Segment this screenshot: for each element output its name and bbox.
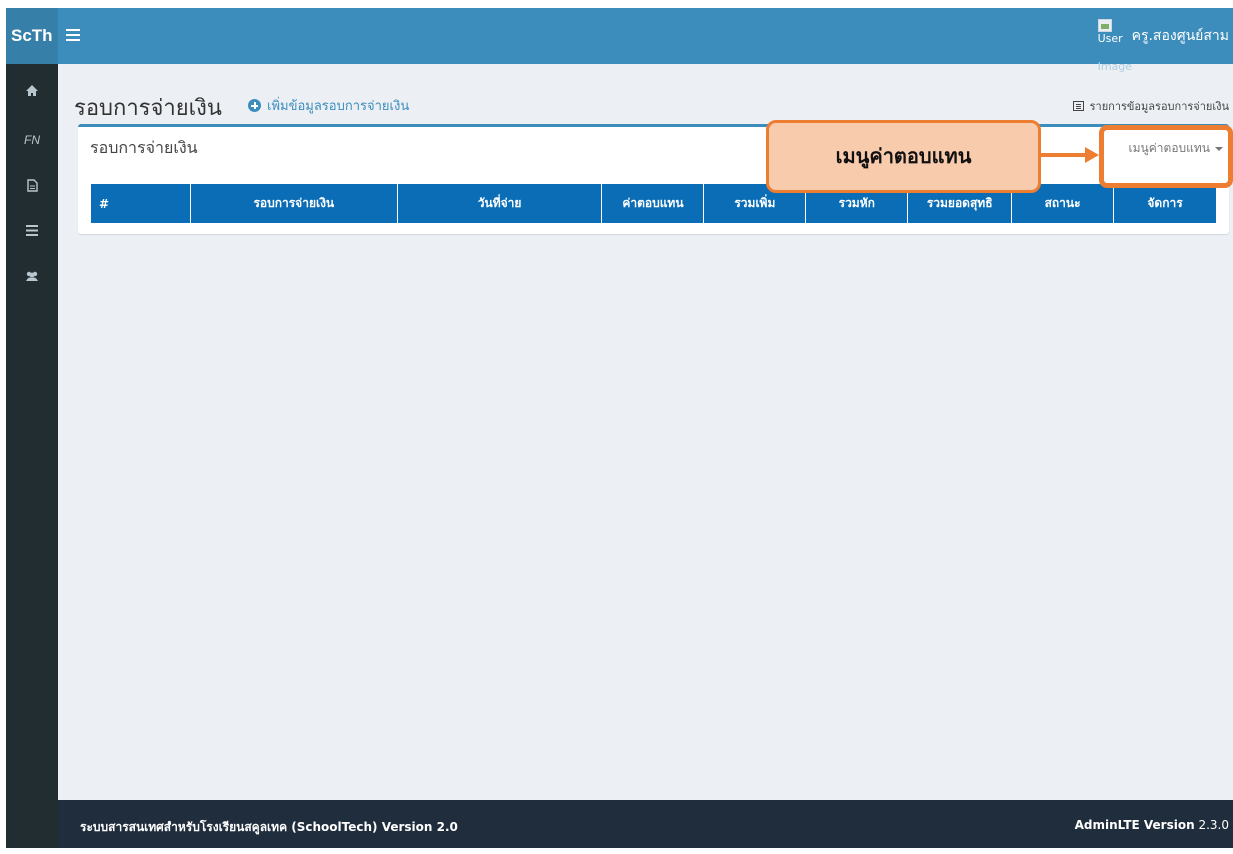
column-header[interactable]: จัดการ	[1113, 183, 1217, 224]
user-menu[interactable]: User Image ครู.สองศูนย์สาม	[1097, 8, 1229, 73]
file-icon[interactable]	[20, 179, 44, 199]
sidebar-toggle-icon[interactable]	[66, 26, 80, 46]
content-header: รอบการจ่ายเงิน เพิ่มข้อมูลรอบการจ่ายเงิน…	[58, 64, 1233, 124]
page-title: รอบการจ่ายเงิน	[74, 96, 222, 121]
sidebar-item-fn[interactable]: FN	[20, 130, 44, 150]
logo[interactable]: ScTh	[6, 8, 58, 64]
annotation-arrow	[1041, 153, 1087, 157]
users-icon[interactable]	[20, 271, 44, 291]
footer-system-name: ระบบสารสนเทศสำหรับโรงเรียนสคูลเทค (Schoo…	[80, 820, 458, 834]
column-header[interactable]: วันที่จ่าย	[396, 183, 603, 224]
column-header[interactable]: รอบการจ่ายเงิน	[189, 183, 398, 224]
table-header-row: # รอบการจ่ายเงิน วันที่จ่าย ค่าตอบแทน รว…	[90, 183, 1217, 224]
top-header: ScTh User Image ครู.สองศูนย์สาม	[6, 8, 1233, 73]
broken-image-icon	[1097, 19, 1112, 32]
user-image-alt-1: User	[1097, 32, 1123, 45]
footer-version: AdminLTE Version 2.3.0	[1075, 818, 1229, 832]
add-payment-round-link[interactable]: เพิ่มข้อมูลรอบการจ่ายเงิน	[248, 95, 409, 116]
list-alt-icon	[1072, 101, 1084, 111]
breadcrumb[interactable]: รายการข้อมูลรอบการจ่ายเงิน	[1072, 97, 1229, 115]
footer-version-label: AdminLTE Version	[1074, 818, 1195, 832]
annotation-highlight-box	[1099, 125, 1233, 188]
add-link-label: เพิ่มข้อมูลรอบการจ่ายเงิน	[267, 99, 410, 114]
user-avatar: User Image	[1097, 19, 1132, 73]
annotation-arrow-head	[1085, 147, 1099, 163]
app-window: ScTh User Image ครู.สองศูนย์สาม FN รอบกา…	[6, 8, 1233, 848]
annotation-callout: เมนูค่าตอบแทน	[766, 120, 1041, 193]
footer-version-number: 2.3.0	[1198, 818, 1229, 832]
payment-rounds-box: รอบการจ่ายเงิน เมนูค่าตอบแทน # รอบการจ่า…	[78, 124, 1229, 234]
footer: ระบบสารสนเทศสำหรับโรงเรียนสคูลเทค (Schoo…	[58, 800, 1233, 848]
column-header[interactable]: #	[90, 183, 191, 224]
user-name[interactable]: ครู.สองศูนย์สาม	[1132, 25, 1229, 47]
list-icon[interactable]	[20, 225, 44, 245]
breadcrumb-label: รายการข้อมูลรอบการจ่ายเงิน	[1089, 100, 1229, 113]
plus-circle-icon	[248, 99, 261, 112]
payment-rounds-table: # รอบการจ่ายเงิน วันที่จ่าย ค่าตอบแทน รว…	[90, 183, 1217, 224]
column-header[interactable]: ค่าตอบแทน	[601, 183, 705, 224]
sidebar: FN	[6, 64, 58, 848]
box-title: รอบการจ่ายเงิน	[90, 138, 198, 157]
home-icon[interactable]	[20, 84, 44, 104]
